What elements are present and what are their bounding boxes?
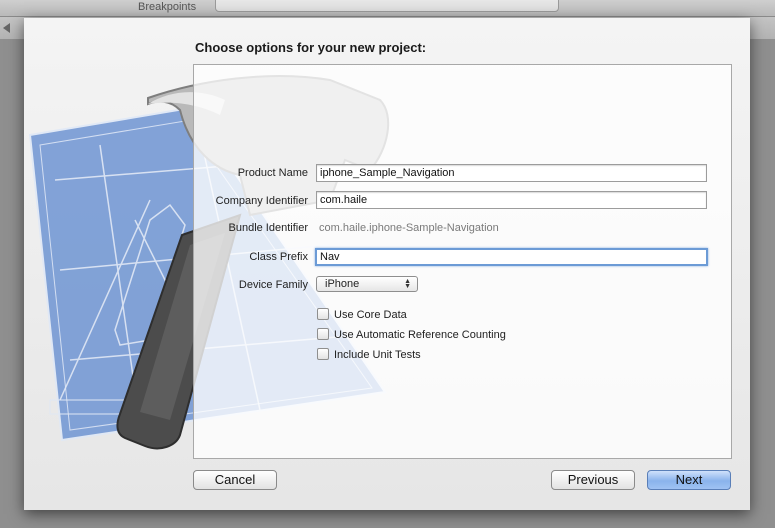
next-button[interactable]: Next (647, 470, 731, 490)
device-family-label: Device Family (238, 279, 308, 291)
previous-button[interactable]: Previous (551, 470, 635, 490)
bundle-identifier-label: Bundle Identifier (228, 222, 309, 234)
checkbox-box[interactable] (317, 348, 329, 360)
toolbar: Breakpoints (0, 0, 775, 17)
breakpoints-button[interactable]: Breakpoints (138, 1, 196, 13)
checkbox-box[interactable] (317, 328, 329, 340)
device-family-selected: iPhone (325, 278, 360, 290)
checkbox-box[interactable] (317, 308, 329, 320)
bundle-identifier-value: com.haile.iphone-Sample-Navigation (319, 222, 499, 234)
class-prefix-field[interactable] (315, 248, 708, 266)
up-down-chevron-icon: ▲ ▼ (404, 278, 411, 290)
company-identifier-field[interactable] (316, 191, 707, 209)
company-identifier-label: Company Identifier (215, 195, 308, 207)
checkbox-label: Include Unit Tests (334, 349, 421, 361)
cancel-button[interactable]: Cancel (193, 470, 277, 490)
back-arrow-icon[interactable] (3, 23, 10, 33)
product-name-field[interactable] (316, 164, 707, 182)
include-unit-tests-checkbox[interactable]: Include Unit Tests (317, 348, 421, 361)
class-prefix-label: Class Prefix (249, 251, 308, 263)
device-family-popup[interactable]: iPhone ▲ ▼ (316, 276, 418, 292)
checkbox-label: Use Core Data (334, 309, 407, 321)
use-core-data-checkbox[interactable]: Use Core Data (317, 308, 407, 321)
activity-view (215, 0, 559, 12)
product-name-label: Product Name (237, 167, 308, 179)
sheet-title: Choose options for your new project: (195, 40, 427, 55)
checkbox-label: Use Automatic Reference Counting (334, 329, 506, 341)
use-arc-checkbox[interactable]: Use Automatic Reference Counting (317, 328, 506, 341)
